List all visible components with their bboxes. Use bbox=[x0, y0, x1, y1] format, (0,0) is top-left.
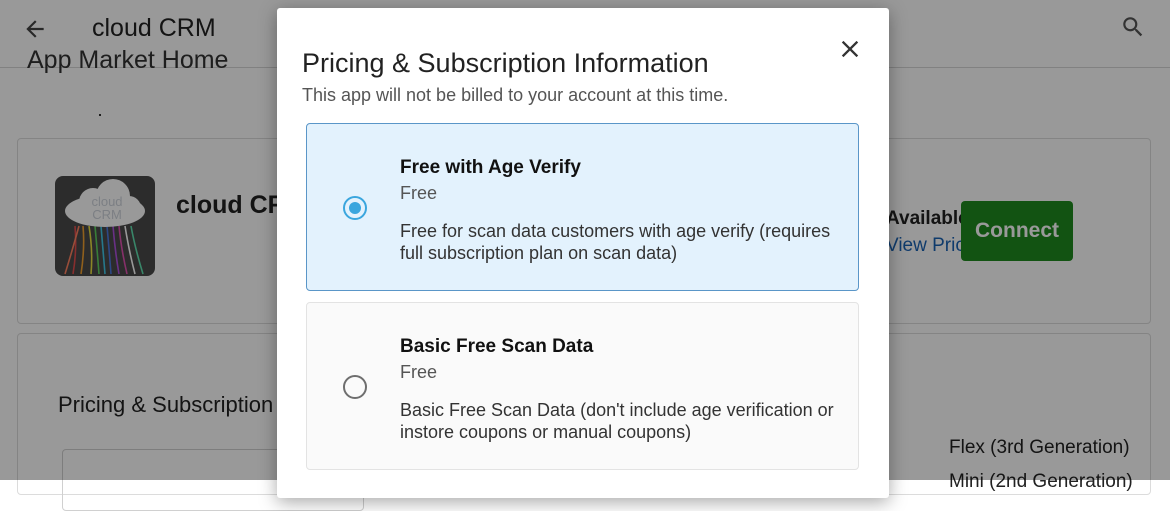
close-icon[interactable] bbox=[836, 35, 864, 63]
radio-unselected-icon[interactable] bbox=[343, 375, 367, 399]
plan-option-free-with-age-verify[interactable]: Free with Age Verify Free Free for scan … bbox=[306, 123, 859, 291]
pricing-dialog: Pricing & Subscription Information This … bbox=[277, 8, 889, 498]
dialog-subtitle: This app will not be billed to your acco… bbox=[302, 85, 729, 105]
dialog-title: Pricing & Subscription Information bbox=[302, 48, 709, 78]
plan-price: Free bbox=[400, 183, 438, 203]
plan-description: Free for scan data customers with age ve… bbox=[400, 221, 831, 263]
plan-description: Basic Free Scan Data (don't include age … bbox=[400, 400, 834, 442]
plan-name: Free with Age Verify bbox=[400, 157, 581, 178]
plan-name: Basic Free Scan Data bbox=[400, 336, 594, 357]
radio-selected-icon[interactable] bbox=[343, 196, 367, 220]
plan-option-basic-free-scan-data[interactable]: Basic Free Scan Data Free Basic Free Sca… bbox=[306, 302, 859, 470]
plan-price: Free bbox=[400, 362, 438, 382]
